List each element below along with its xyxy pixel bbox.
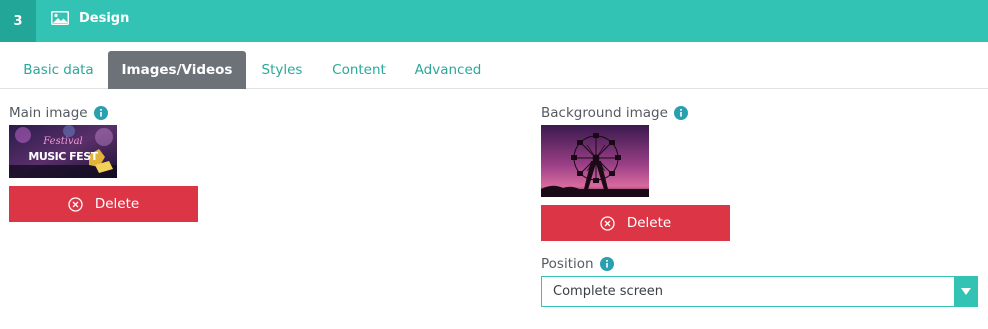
section-title: Design: [79, 11, 130, 26]
tab-advanced[interactable]: Advanced: [404, 51, 492, 89]
info-icon[interactable]: [673, 106, 688, 120]
main-image-thumbnail: Festival MUSIC FEST: [9, 125, 117, 178]
delete-main-image-button[interactable]: Delete: [9, 186, 198, 222]
background-image-label-row: Background image: [541, 104, 688, 122]
delete-label: Delete: [626, 215, 672, 231]
main-image-label-row: Main image: [9, 104, 108, 122]
tab-images-videos[interactable]: Images/Videos: [108, 51, 246, 89]
position-label: Position: [541, 256, 594, 272]
step-number: 3: [0, 0, 36, 42]
background-image-label: Background image: [541, 105, 668, 121]
tab-content[interactable]: Content: [320, 51, 398, 89]
position-select-value: Complete screen: [553, 284, 663, 299]
step-header: 3 Design: [0, 0, 988, 42]
main-image-label: Main image: [9, 105, 88, 121]
delete-background-image-button[interactable]: Delete: [541, 205, 730, 241]
tab-bar: Basic data Images/Videos Styles Content …: [0, 51, 988, 89]
position-select[interactable]: Complete screen: [541, 276, 978, 307]
chevron-down-icon[interactable]: [954, 277, 977, 306]
delete-label: Delete: [94, 196, 140, 212]
close-circle-icon: [600, 215, 615, 231]
thumb-title-main: MUSIC FEST: [28, 150, 98, 163]
thumb-title-script: Festival: [43, 136, 83, 147]
close-circle-icon: [68, 196, 83, 212]
info-icon[interactable]: [599, 257, 614, 271]
image-icon: [51, 11, 69, 25]
tab-basic-data[interactable]: Basic data: [10, 51, 107, 89]
info-icon[interactable]: [93, 106, 108, 120]
position-label-row: Position: [541, 255, 614, 273]
tab-styles[interactable]: Styles: [250, 51, 314, 89]
background-image-thumbnail: [541, 125, 649, 197]
